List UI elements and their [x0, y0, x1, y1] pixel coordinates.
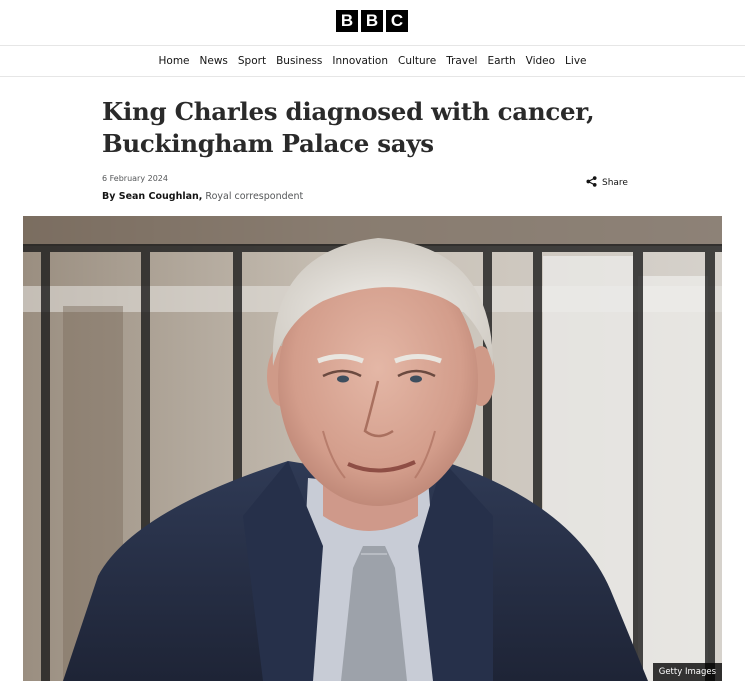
- nav-item-business[interactable]: Business: [271, 55, 327, 67]
- bbc-logo[interactable]: B B C: [336, 10, 408, 32]
- byline-role: Royal correspondent: [205, 191, 304, 202]
- bbc-logo-letter-b2: B: [361, 10, 383, 32]
- nav-item-earth[interactable]: Earth: [482, 55, 520, 67]
- bbc-logo-letter-c: C: [386, 10, 408, 32]
- nav-item-video[interactable]: Video: [521, 55, 560, 67]
- nav-item-home[interactable]: Home: [154, 55, 195, 67]
- main-nav: Home News Sport Business Innovation Cult…: [0, 46, 745, 77]
- masthead: B B C: [0, 0, 745, 46]
- share-button[interactable]: Share: [586, 176, 628, 190]
- headline-line-1: King Charles diagnosed with cancer,: [102, 97, 595, 126]
- nav-item-culture[interactable]: Culture: [393, 55, 441, 67]
- nav-item-live[interactable]: Live: [560, 55, 591, 67]
- nav-item-news[interactable]: News: [195, 55, 233, 67]
- bbc-logo-letter-b1: B: [336, 10, 358, 32]
- headline-line-2: Buckingham Palace says: [102, 129, 434, 158]
- nav-item-innovation[interactable]: Innovation: [327, 55, 393, 67]
- share-icon: [586, 176, 597, 190]
- nav-item-sport[interactable]: Sport: [233, 55, 271, 67]
- image-credit: Getty Images: [652, 663, 722, 681]
- article-date: 6 February 2024: [102, 174, 168, 183]
- hero-photo: [23, 216, 722, 681]
- article-headline: King Charles diagnosed with cancer, Buck…: [102, 96, 662, 160]
- article-byline: By Sean Coughlan, Royal correspondent: [102, 191, 303, 202]
- byline-author[interactable]: By Sean Coughlan,: [102, 191, 202, 202]
- nav-item-travel[interactable]: Travel: [441, 55, 482, 67]
- share-label: Share: [602, 178, 628, 188]
- hero-image: Getty Images: [23, 216, 722, 681]
